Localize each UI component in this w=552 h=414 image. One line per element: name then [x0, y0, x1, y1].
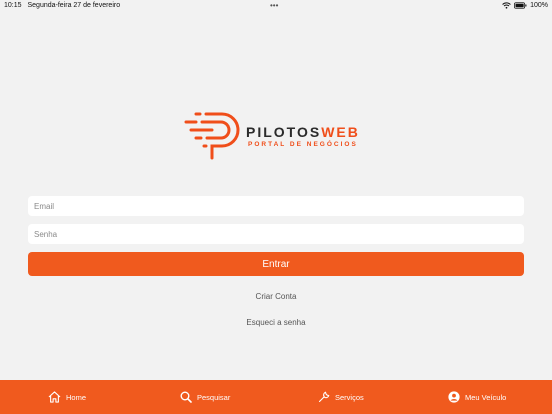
status-date: Segunda-feira 27 de fevereiro: [27, 2, 121, 9]
tab-services-label: Serviços: [335, 392, 364, 402]
user-circle-icon: [448, 391, 460, 403]
tab-search-label: Pesquisar: [197, 392, 231, 402]
status-right: 100%: [502, 2, 548, 9]
tab-search[interactable]: Pesquisar: [180, 380, 230, 414]
login-button[interactable]: Entrar: [28, 252, 524, 276]
multitasking-dots[interactable]: •••: [270, 1, 278, 10]
search-icon: [180, 391, 192, 403]
create-account-link[interactable]: Criar Conta: [0, 292, 552, 301]
bottom-tab-bar: Home Pesquisar Serviços Meu Veículo: [0, 380, 552, 414]
tab-home-label: Home: [66, 392, 87, 402]
wrench-icon: [318, 391, 330, 403]
battery-percent: 100%: [530, 2, 548, 9]
status-left: 10:15 Segunda-feira 27 de fevereiro: [4, 2, 124, 9]
tab-my-vehicle-label: Meu Veículo: [465, 392, 507, 402]
status-bar: 10:15 Segunda-feira 27 de fevereiro ••• …: [0, 0, 552, 12]
pilot-p-logo-mark: [184, 112, 240, 160]
password-field[interactable]: [28, 224, 524, 244]
forgot-password-link[interactable]: Esqueci a senha: [0, 318, 552, 327]
home-icon: [48, 391, 61, 403]
tab-my-vehicle[interactable]: Meu Veículo: [448, 380, 506, 414]
battery-icon: [514, 2, 527, 9]
email-field[interactable]: [28, 196, 524, 216]
brand-title: PILOTOSWEB: [246, 124, 360, 140]
brand-name-accent: WEB: [321, 124, 360, 140]
wifi-icon: [502, 2, 511, 9]
brand-name-primary: PILOTOS: [246, 124, 322, 140]
status-time: 10:15: [4, 2, 22, 9]
brand-logo: PILOTOSWEB PORTAL DE NEGÓCIOS: [182, 110, 372, 164]
tab-home[interactable]: Home: [48, 380, 86, 414]
brand-subtitle: PORTAL DE NEGÓCIOS: [248, 141, 358, 148]
tab-services[interactable]: Serviços: [318, 380, 364, 414]
